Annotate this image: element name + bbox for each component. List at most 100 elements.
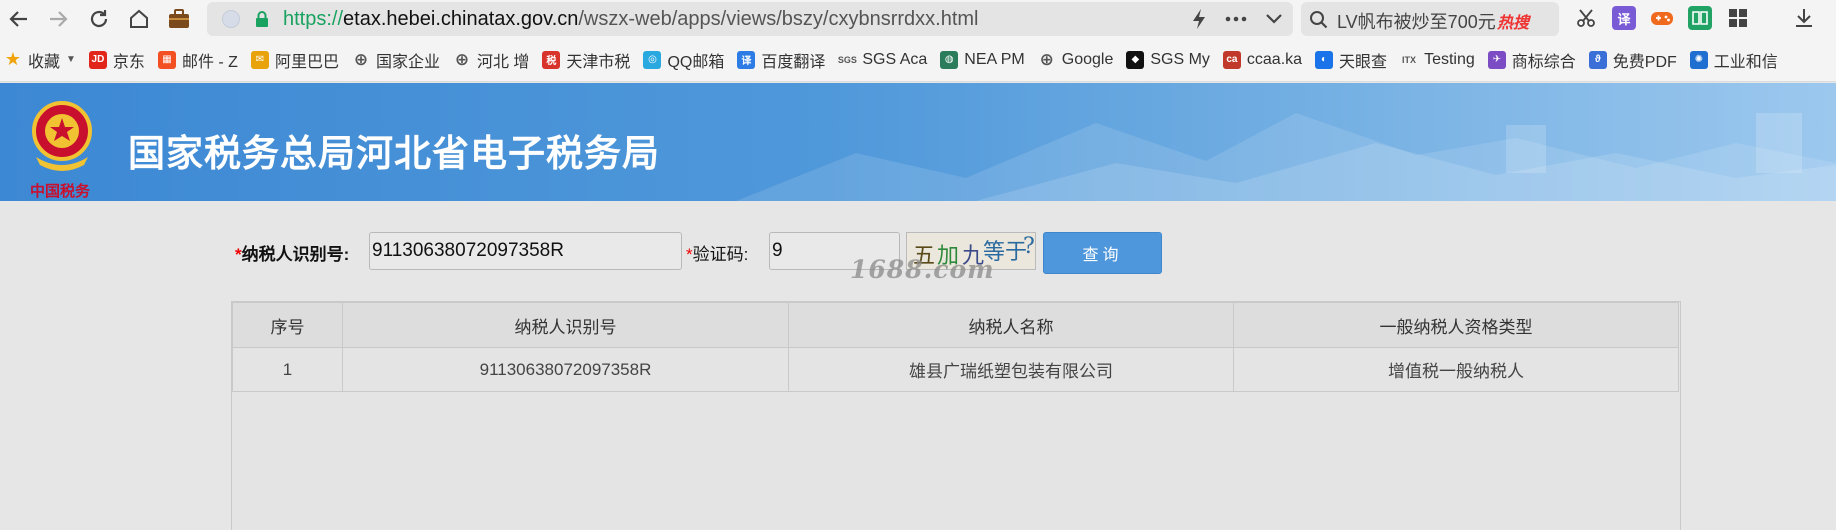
- column-header-qualification-type: 一般纳税人资格类型: [1233, 302, 1679, 348]
- home-button[interactable]: [124, 4, 154, 34]
- bookmark-item[interactable]: SGS SGS Aca: [838, 51, 927, 69]
- sgs-icon: SGS: [837, 54, 857, 65]
- briefcase-icon: [169, 9, 189, 28]
- bookmark-item[interactable]: ✺ 工业和信: [1689, 48, 1778, 72]
- download-icon[interactable]: [1792, 6, 1816, 30]
- reload-button[interactable]: [84, 4, 114, 34]
- chevron-down-icon[interactable]: [1265, 13, 1283, 25]
- query-button[interactable]: 查询: [1043, 232, 1162, 274]
- search-icon: [1310, 11, 1328, 29]
- qqmail-icon: ◎: [643, 50, 662, 69]
- bookmark-label: Google: [1061, 50, 1114, 68]
- baidu-translate-icon: 译: [737, 50, 756, 69]
- arrow-right-icon: [50, 11, 68, 27]
- bookmark-item[interactable]: ca ccaa.ka: [1222, 50, 1303, 69]
- bookmark-item[interactable]: 译百度翻译: [737, 48, 825, 72]
- column-header-taxpayer-id: 纳税人识别号: [342, 302, 789, 348]
- results-table-container: 序号 纳税人识别号 纳税人名称 一般纳税人资格类型 1 911306380720…: [231, 301, 1681, 530]
- bookmark-label: 天眼查: [1339, 53, 1388, 71]
- bookmark-label: 京东: [112, 53, 145, 71]
- bookmark-item[interactable]: ✈ 商标综合: [1487, 48, 1576, 72]
- address-bar[interactable]: https://etax.hebei.chinatax.gov.cn/wszx-…: [207, 2, 1293, 36]
- bookmark-item[interactable]: ITX Testing: [1400, 51, 1475, 69]
- scissors-icon[interactable]: [1574, 6, 1598, 30]
- site-banner: 中国税务 国家税务总局河北省电子税务局: [0, 83, 1836, 201]
- bookmark-item[interactable]: ⊕ Google: [1038, 49, 1114, 69]
- bookmark-label: 邮件 - Z: [181, 53, 238, 71]
- bookmark-label: QQ邮箱: [667, 53, 725, 71]
- globe-icon: ⊕: [353, 49, 369, 69]
- more-dots-icon[interactable]: [1225, 16, 1247, 22]
- search-box[interactable]: LV帆布被炒至700元 热搜: [1301, 2, 1559, 36]
- url-text[interactable]: https://etax.hebei.chinatax.gov.cn/wszx-…: [283, 8, 978, 31]
- forward-button[interactable]: [43, 4, 73, 34]
- tianyancha-icon: ◐: [1315, 50, 1334, 69]
- table-row: 1 91130638072097358R 雄县广瑞纸塑包装有限公司 增值税一般纳…: [232, 347, 1679, 392]
- bookmark-item[interactable]: ✉ 阿里巴巴: [250, 48, 339, 72]
- bookmark-label: 国家企业: [375, 53, 440, 71]
- bookmark-label: Testing: [1424, 50, 1475, 68]
- reader-icon[interactable]: [1688, 6, 1712, 30]
- ccaa-icon: ca: [1222, 50, 1241, 69]
- sgs-my-icon: ◆: [1126, 50, 1145, 69]
- translate-icon[interactable]: 译: [1612, 6, 1636, 30]
- cell-qualification-type: 增值税一般纳税人: [1233, 347, 1679, 392]
- reload-icon: [90, 10, 108, 28]
- back-button[interactable]: [4, 4, 34, 34]
- bookmark-item[interactable]: ⊕ 河北 增: [453, 48, 530, 72]
- bookmark-item[interactable]: ◐ 天眼查: [1315, 48, 1387, 72]
- gamepad-icon[interactable]: [1650, 6, 1674, 30]
- bookmark-label: 工业和信: [1713, 53, 1778, 71]
- arrow-left-icon: [9, 11, 27, 27]
- windows-icon: ▦: [157, 50, 176, 69]
- browser-toolbar: https://etax.hebei.chinatax.gov.cn/wszx-…: [0, 0, 1836, 38]
- bookmark-label: ccaa.ka: [1246, 50, 1303, 68]
- site-title: 国家税务总局河北省电子税务局: [128, 133, 660, 174]
- bookmark-label: SGS My: [1150, 50, 1210, 68]
- bookmark-item[interactable]: ◍ NEA PM: [940, 50, 1025, 69]
- taxpayer-id-input[interactable]: [369, 232, 682, 270]
- bookmark-item[interactable]: JD 京东: [88, 48, 145, 72]
- bookmark-label: 河北 增: [476, 53, 530, 71]
- bookmark-item[interactable]: ▦ 邮件 - Z: [157, 48, 238, 72]
- caret-down-icon[interactable]: ▼: [66, 54, 76, 65]
- bookmark-label: NEA PM: [964, 50, 1025, 68]
- lock-icon[interactable]: [255, 11, 269, 32]
- globe-icon: ⊕: [1039, 49, 1054, 69]
- bookmark-item[interactable]: ◎ QQ邮箱: [643, 48, 724, 72]
- watermark-text: 1688.com: [850, 255, 995, 284]
- trademark-icon: ✈: [1487, 50, 1506, 69]
- hot-search-badge: 热搜: [1497, 15, 1530, 32]
- ministry-icon: ✺: [1689, 50, 1708, 69]
- bookmark-label: 百度翻译: [761, 53, 826, 71]
- column-header-taxpayer-name: 纳税人名称: [788, 302, 1234, 348]
- lightning-icon[interactable]: [1191, 8, 1207, 30]
- tax-emblem-icon: [32, 101, 92, 171]
- wallet-button[interactable]: [164, 4, 194, 34]
- nea-icon: ◍: [940, 50, 959, 69]
- results-table: 序号 纳税人识别号 纳税人名称 一般纳税人资格类型 1 911306380720…: [232, 302, 1679, 392]
- bookmark-label: 阿里巴巴: [274, 53, 339, 71]
- tax-icon: 税: [542, 50, 561, 69]
- captcha-label: *验证码:: [686, 245, 749, 264]
- itx-icon: ITX: [1402, 54, 1417, 65]
- url-host: etax.hebei.chinatax.gov.cn: [343, 8, 579, 30]
- bookmark-item[interactable]: ◆ SGS My: [1126, 50, 1210, 69]
- star-icon: ★: [4, 49, 22, 69]
- alibaba-icon: ✉: [250, 50, 269, 69]
- bookmark-label: 商标综合: [1511, 53, 1576, 71]
- jd-icon: JD: [88, 50, 107, 69]
- bookmark-item[interactable]: 税天津市税: [542, 48, 630, 72]
- bookmark-item[interactable]: ★ 收藏 ▼: [4, 48, 76, 72]
- apps-grid-icon[interactable]: [1726, 6, 1750, 30]
- url-scheme: https://: [283, 8, 344, 30]
- bookmark-item[interactable]: ϑ 免费PDF: [1588, 48, 1677, 72]
- search-suggestion-text: LV帆布被炒至700元: [1337, 12, 1496, 32]
- site-info-icon[interactable]: [222, 10, 240, 28]
- great-wall-illustration-icon: [736, 113, 1836, 201]
- taxpayer-id-label: *纳税人识别号:: [235, 245, 350, 264]
- url-path: /wszx-web/apps/views/bszy/cxybnsrrdxx.ht…: [578, 8, 979, 30]
- bookmark-label: 天津市税: [566, 53, 631, 71]
- bookmark-item[interactable]: ⊕ 国家企业: [352, 48, 440, 72]
- cell-index: 1: [232, 347, 343, 392]
